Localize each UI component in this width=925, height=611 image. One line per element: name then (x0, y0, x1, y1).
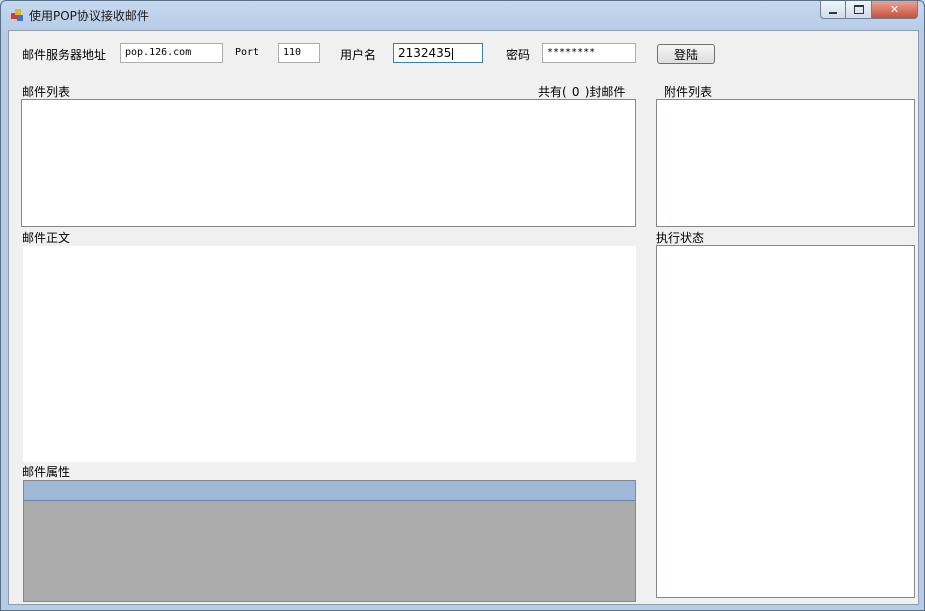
app-icon (11, 9, 23, 21)
port-input[interactable]: 110 (278, 43, 320, 63)
mail-count-value: 0 (571, 85, 580, 99)
mail-count-suffix: )封邮件 (584, 85, 626, 99)
window-title: 使用POP协议接收邮件 (29, 9, 149, 23)
mail-properties-label: 邮件属性 (22, 465, 71, 479)
close-icon: ✕ (889, 3, 900, 16)
title-bar[interactable]: 使用POP协议接收邮件 ✕ (1, 1, 924, 31)
grid-header-row (24, 481, 635, 501)
caption-buttons: ✕ (820, 1, 918, 21)
minimize-button[interactable] (820, 1, 846, 19)
close-button[interactable]: ✕ (872, 1, 918, 19)
server-address-label: 邮件服务器地址 (22, 48, 107, 62)
mail-body-label: 邮件正文 (22, 231, 71, 245)
attachment-list-box[interactable] (656, 99, 915, 227)
mail-list-box[interactable] (21, 99, 636, 227)
server-address-input[interactable]: pop.126.com (120, 43, 223, 63)
maximize-button[interactable] (846, 1, 872, 19)
status-box[interactable] (656, 245, 915, 598)
status-label: 执行状态 (656, 231, 705, 245)
mail-count-prefix: 共有( (538, 85, 567, 99)
mail-list-label: 邮件列表 (22, 85, 71, 99)
attachment-list-label: 附件列表 (664, 85, 713, 99)
mail-body-area[interactable] (23, 246, 636, 462)
password-input[interactable]: ******** (542, 43, 636, 63)
login-button[interactable]: 登陆 (657, 44, 715, 64)
username-label: 用户名 (340, 48, 377, 62)
username-input[interactable]: 2132435 (393, 43, 483, 63)
password-label: 密码 (506, 48, 531, 62)
port-label: Port (235, 47, 260, 58)
form-client-area: 邮件服务器地址 pop.126.com Port 110 用户名 2132435… (8, 30, 919, 605)
main-window: 使用POP协议接收邮件 ✕ 邮件服务器地址 pop.126.com Port 1… (0, 0, 925, 611)
mail-properties-grid[interactable] (23, 480, 636, 602)
mail-count-text: 共有( 0 )封邮件 (538, 83, 625, 100)
username-value: 2132435 (398, 46, 452, 60)
minimize-icon (829, 11, 837, 14)
text-caret (452, 47, 454, 60)
maximize-icon (853, 5, 864, 14)
